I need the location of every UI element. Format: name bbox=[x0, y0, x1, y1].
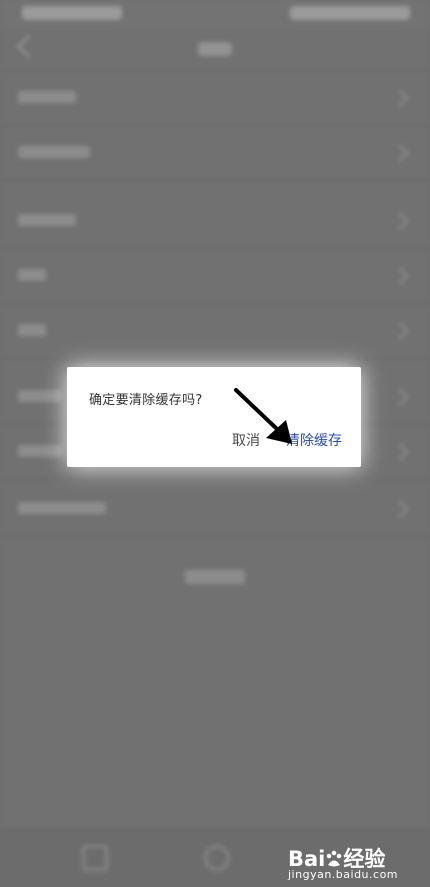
settings-row[interactable] bbox=[0, 482, 430, 537]
settings-row[interactable] bbox=[0, 194, 430, 249]
settings-row-label bbox=[18, 502, 106, 514]
chevron-right-icon bbox=[391, 443, 409, 461]
app-bar bbox=[0, 28, 430, 71]
status-bar-left-icons bbox=[22, 6, 122, 20]
settings-row-label bbox=[18, 324, 46, 336]
recents-icon[interactable] bbox=[82, 845, 108, 871]
back-arrow-icon[interactable] bbox=[16, 34, 41, 59]
chevron-right-icon bbox=[391, 89, 409, 107]
status-bar-right-icons bbox=[290, 6, 410, 20]
chevron-right-icon bbox=[391, 144, 409, 162]
baidu-paw-icon bbox=[327, 850, 342, 867]
settings-row[interactable] bbox=[0, 304, 430, 359]
settings-row-label bbox=[18, 214, 76, 226]
settings-row-label bbox=[18, 390, 62, 402]
settings-row-label bbox=[18, 146, 90, 158]
baidu-jingyan-watermark: Bai 经验 jingyan.baidu.com bbox=[288, 843, 408, 881]
dialog-message: 确定要清除缓存吗? bbox=[89, 393, 203, 408]
status-bar bbox=[0, 0, 430, 28]
chevron-right-icon bbox=[391, 322, 409, 340]
settings-row-label bbox=[18, 269, 46, 281]
arrow-pointer-icon bbox=[234, 388, 292, 444]
settings-row[interactable] bbox=[0, 249, 430, 304]
watermark-url: jingyan.baidu.com bbox=[288, 868, 399, 881]
chevron-right-icon bbox=[391, 388, 409, 406]
chevron-right-icon bbox=[391, 500, 409, 518]
home-icon[interactable] bbox=[204, 845, 230, 871]
page-title-placeholder bbox=[198, 42, 232, 56]
clear-cache-dialog: 确定要清除缓存吗? 取消 清除缓存 bbox=[67, 367, 361, 467]
settings-row[interactable] bbox=[0, 71, 430, 126]
settings-row-label bbox=[18, 91, 76, 103]
chevron-right-icon bbox=[391, 212, 409, 230]
chevron-right-icon bbox=[391, 267, 409, 285]
logout-button-placeholder[interactable] bbox=[185, 570, 245, 584]
settings-row-label bbox=[18, 445, 62, 457]
arrow-shaft bbox=[234, 388, 280, 432]
settings-row[interactable] bbox=[0, 126, 430, 181]
